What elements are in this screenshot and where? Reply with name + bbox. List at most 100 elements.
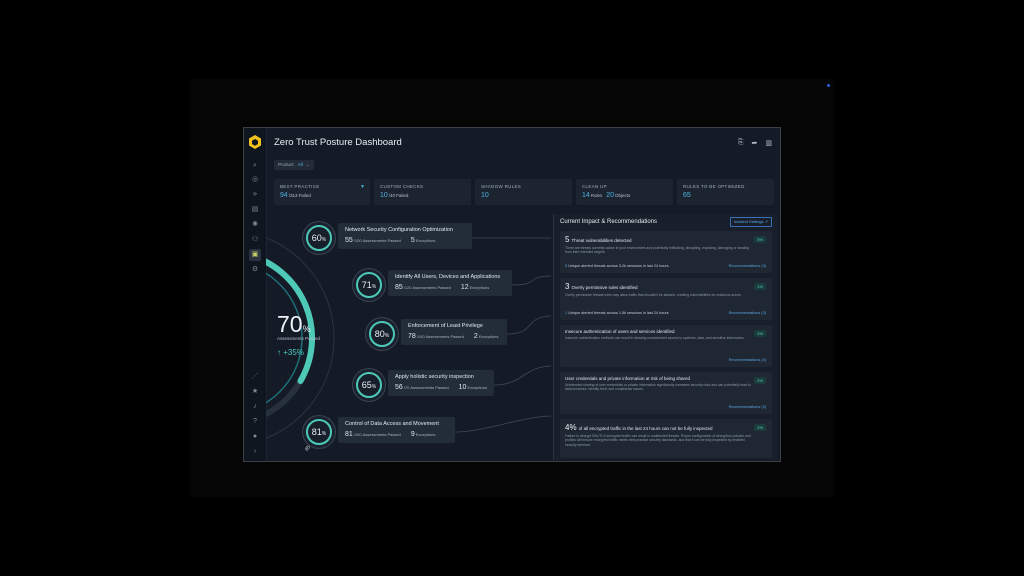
card-custom-checks[interactable]: CUSTOM CHECKS 10/40Failed (374, 179, 471, 205)
recommendation-card[interactable]: Insecure authentication of users and ser… (560, 325, 772, 367)
summary-cards: BEST PRACTICE 94/313Failed ▼ CUSTOM CHEC… (274, 179, 774, 205)
panel-title: Current Impact & Recommendations (560, 219, 658, 225)
card-value: 10 (481, 192, 489, 199)
category-passed: 85 (395, 284, 403, 291)
shield-icon[interactable]: ✺ (249, 219, 261, 231)
rec-metric-number: 5 (565, 264, 568, 268)
card-label: CUSTOM CHECKS (380, 184, 424, 189)
card-value: 14 (582, 192, 590, 199)
category-passed-label: Assessments Passed (362, 238, 401, 243)
recommendations-link[interactable]: Recommendations (3) (729, 264, 766, 268)
category-name: Network Security Configuration Optimizat… (345, 227, 453, 233)
funnel-icon[interactable]: ▼ (360, 184, 365, 190)
report-icon[interactable]: ▤ (249, 204, 261, 216)
rec-title: User credentials and private information… (565, 376, 691, 381)
category-name: Enforcement of Least Privilege (408, 323, 483, 329)
toolbar: ⎘ ➦ ▥ (738, 139, 772, 147)
bell-icon[interactable]: ♪ (249, 401, 261, 413)
rec-badge: 2% (754, 424, 766, 431)
rec-badge: 2% (754, 377, 766, 384)
external-link-icon: ↗ (764, 219, 768, 224)
recommendations-link[interactable]: Recommendations (3) (729, 358, 766, 362)
rec-title: of all encrypted traffic in the last 24 … (578, 426, 713, 431)
category-card[interactable]: Apply holistic security inspection 56/70… (388, 370, 494, 396)
category-card[interactable]: Control of Data Access and Movement 81/1… (338, 417, 455, 443)
card-value: 10 (380, 192, 388, 199)
category-exceptions: 2 (473, 333, 478, 340)
rec-badge: 2% (754, 330, 766, 337)
sidebar: ⌕ ◎ ⟡ ▤ ✺ ⚇ ▣ ⚙ ⋰ ★ ♪ ? ● › (244, 128, 267, 461)
connector-line (506, 315, 551, 335)
card-shadow-rules[interactable]: SHADOW RULES 10 (475, 179, 572, 205)
category-ring: 80% (369, 321, 395, 347)
route-icon[interactable]: ⟡ (249, 189, 261, 201)
rec-description: Unintended sharing of user credentials o… (565, 383, 751, 392)
category-passed: 56 (395, 384, 403, 391)
chevron-down-icon: ⌄ (305, 162, 310, 167)
export-icon[interactable]: ⎘ (738, 139, 744, 147)
network-icon[interactable]: ⚇ (249, 234, 261, 246)
card-suffix: Rules (590, 193, 603, 198)
search-icon[interactable]: ⌕ (249, 160, 261, 172)
category-exceptions-label: Exceptions (478, 334, 499, 339)
category-ring: 60% (306, 225, 332, 251)
card-label: BEST PRACTICE (280, 184, 320, 189)
card-label: CLEAN UP (582, 184, 607, 189)
profile-icon[interactable]: ● (249, 431, 261, 443)
card-suffix-2: Objects (615, 193, 631, 198)
recommendation-card[interactable]: User credentials and private information… (560, 372, 772, 414)
recommendation-card[interactable]: 5 Threat vulnerabilities detected There a… (560, 231, 772, 273)
card-best-practice[interactable]: BEST PRACTICE 94/313Failed ▼ (274, 179, 370, 205)
rec-count: 4% (565, 423, 577, 432)
hexagon-logo-icon[interactable] (249, 135, 261, 149)
category-passed: 78 (408, 333, 416, 340)
share-icon[interactable]: ➦ (752, 139, 758, 147)
category-card[interactable]: Identify All Users, Devices and Applicat… (388, 270, 512, 296)
category-passed-label: Assessments Passed (425, 334, 464, 339)
card-value: 94 (280, 192, 288, 199)
recommendation-card[interactable]: 4% of all encrypted traffic in the last 2… (560, 419, 772, 458)
rec-metric-number: 1 (565, 311, 568, 315)
page-title: Zero Trust Posture Dashboard (274, 137, 402, 148)
share-node-icon[interactable]: ⋰ (249, 371, 261, 383)
rec-count: 5 (565, 235, 570, 244)
overall-score: 70% Assessments Passed ↑ +35% (277, 311, 320, 357)
category-exceptions-label: Exceptions (467, 385, 487, 390)
category-name: Identify All Users, Devices and Applicat… (395, 274, 501, 280)
dashboard-window: ⌕ ◎ ⟡ ▤ ✺ ⚇ ▣ ⚙ ⋰ ★ ♪ ? ● › Zero Trust P… (243, 127, 781, 462)
document-icon[interactable]: ▥ (765, 139, 772, 147)
user-circle-icon[interactable]: ◎ (249, 174, 261, 186)
category-passed-label: Assessments Passed (362, 432, 401, 437)
product-filter[interactable]: Product: All ⌄ (274, 160, 314, 170)
card-rules-optimized[interactable]: RULES TO BE OPTIMIZED 65 (677, 179, 774, 205)
rec-title: Overly permissive rules identified (571, 285, 638, 290)
category-total: /100 (416, 334, 425, 339)
card-label: SHADOW RULES (481, 184, 522, 189)
card-total: /313 (288, 193, 298, 198)
category-passed: 81 (345, 431, 353, 438)
category-exceptions-label: Exceptions (415, 238, 436, 243)
category-card[interactable]: Network Security Configuration Optimizat… (338, 223, 472, 249)
category-exceptions: 10 (458, 384, 467, 391)
recommendations-link[interactable]: Recommendations (3) (729, 405, 766, 409)
category-card[interactable]: Enforcement of Least Privilege 78/100Ass… (401, 319, 507, 345)
card-clean-up[interactable]: CLEAN UP 14Rules 20Objects (576, 179, 673, 205)
settings-icon[interactable]: ⚙ (249, 264, 261, 276)
rec-count: 3 (565, 282, 570, 291)
star-icon[interactable]: ★ (249, 386, 261, 398)
rec-badge: 5% (754, 236, 766, 243)
recommendations-link[interactable]: Recommendations (3) (729, 311, 766, 315)
overall-label: Assessments Passed (277, 336, 321, 341)
category-exceptions: 9 (410, 431, 415, 438)
rec-badge: 1% (754, 283, 766, 290)
help-icon[interactable]: ? (249, 416, 261, 428)
card-suffix: Failed (298, 193, 311, 198)
expand-icon[interactable]: › (249, 446, 261, 458)
connector-line (511, 275, 551, 286)
dashboard-icon[interactable]: ▣ (249, 249, 261, 261)
incident-settings-button[interactable]: Incident Settings ↗ (729, 217, 772, 227)
category-ring: 81% (306, 419, 332, 445)
rec-metric: Unique alerted threats across 1.5k sessi… (568, 311, 669, 315)
connector-line (493, 365, 551, 386)
recommendation-card[interactable]: 3 Overly permissive rules identified Over… (560, 278, 772, 320)
